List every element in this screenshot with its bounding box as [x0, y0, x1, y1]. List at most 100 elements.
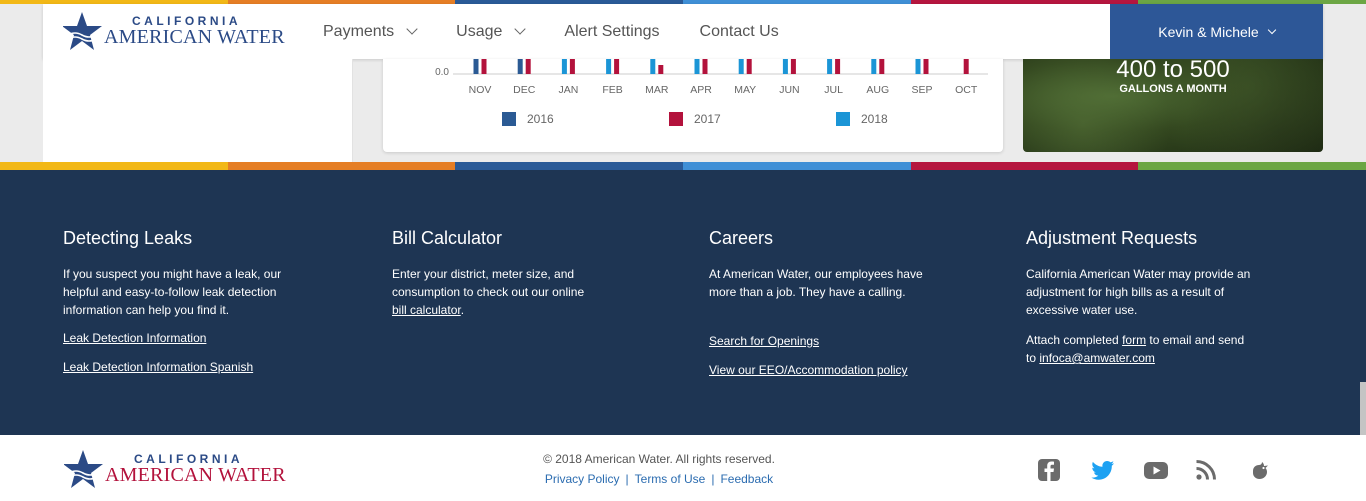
leaks-title: Detecting Leaks	[63, 228, 193, 248]
calculator-title: Bill Calculator	[392, 228, 503, 248]
calculator-period: .	[460, 303, 465, 317]
adjustment-attach: Attach completed form to email and send …	[1026, 331, 1251, 367]
x-tick-label: MAR	[645, 84, 669, 96]
stripe-green	[1138, 162, 1366, 170]
leak-detection-spanish-link[interactable]: Leak Detection Information Spanish	[63, 360, 323, 374]
bar-2018-may	[738, 59, 744, 74]
footer-color-stripe	[0, 162, 1366, 170]
legend-swatch-2018	[836, 112, 850, 126]
stripe-blue	[683, 162, 911, 170]
search-openings-link[interactable]: Search for Openings	[709, 334, 969, 348]
user-menu-button[interactable]: Kevin & Michele	[1110, 4, 1323, 59]
stripe-red	[910, 162, 1139, 170]
calculator-text: Enter your district, meter size, and con…	[392, 267, 585, 299]
legend-label-2018: 2018	[861, 112, 888, 126]
leak-detection-link[interactable]: Leak Detection Information	[63, 331, 323, 345]
careers-title: Careers	[709, 228, 774, 248]
nav-alert-settings[interactable]: Alert Settings	[564, 23, 659, 41]
eeo-policy-link[interactable]: View our EEO/Accommodation policy	[709, 363, 969, 377]
bar-2017-feb	[614, 59, 620, 74]
privacy-policy-link[interactable]: Privacy Policy	[545, 472, 620, 486]
copyright: © 2018 American Water. All rights reserv…	[543, 452, 775, 466]
chevron-down-icon	[514, 23, 527, 35]
nav-contact-us-label: Contact Us	[699, 22, 779, 40]
nextdoor-icon[interactable]	[1247, 457, 1273, 483]
usage-chart: 0.0 NOV DEC JAN FEB MAR APR MAY JUN JUL AUG SEP OCT 2…	[435, 59, 988, 126]
attach-before: Attach completed	[1026, 333, 1119, 347]
feedback-link[interactable]: Feedback	[720, 472, 773, 486]
form-link[interactable]: form	[1122, 333, 1146, 347]
leaks-text: If you suspect you might have a leak, ou…	[63, 267, 282, 317]
nav-contact-us[interactable]: Contact Us	[700, 23, 779, 41]
sidebar-panel	[43, 59, 353, 162]
nav-payments[interactable]: Payments	[323, 23, 418, 41]
star-icon	[64, 450, 103, 488]
bar-2017-aug	[879, 59, 885, 74]
adjustment-title: Adjustment Requests	[1026, 228, 1198, 248]
facebook-icon[interactable]	[1036, 457, 1062, 483]
user-name: Kevin & Michele	[1158, 23, 1259, 40]
legal-links: Privacy Policy | Terms of Use | Feedback	[459, 472, 859, 486]
stripe-orange	[227, 162, 456, 170]
bar-2018-jun	[782, 59, 788, 74]
bar-2017-sep	[923, 59, 929, 74]
site-footer: Detecting Leaks If you suspect you might…	[0, 170, 1366, 435]
chevron-down-icon	[1267, 25, 1276, 34]
nav-usage-label: Usage	[456, 22, 503, 40]
stripe-navy	[455, 162, 684, 170]
x-tick-label: JUN	[779, 84, 799, 96]
bar-2017-mar	[658, 65, 664, 74]
header-logo[interactable]: CALIFORNIA AMERICAN WATER	[63, 11, 285, 53]
x-tick-label: DEC	[513, 84, 536, 96]
calculator-text-block: Enter your district, meter size, and con…	[392, 265, 602, 319]
bar-2016-nov	[473, 59, 479, 74]
adjustment-text: California American Water may provide an…	[1026, 267, 1251, 317]
twitter-icon[interactable]	[1090, 457, 1116, 483]
x-tick-label: FEB	[602, 84, 622, 96]
bar-2017-dec	[525, 59, 531, 74]
bar-2016-dec	[517, 59, 523, 74]
rss-icon[interactable]	[1193, 457, 1219, 483]
legend-swatch-2016	[502, 112, 516, 126]
bar-2017-jul	[835, 59, 841, 74]
separator: |	[711, 472, 715, 486]
bar-2017-apr	[702, 59, 708, 74]
legend-swatch-2017	[669, 112, 683, 126]
footer-adjustment: Adjustment Requests California American …	[1026, 228, 1286, 367]
youtube-icon[interactable]	[1143, 457, 1169, 483]
bar-2018-mar	[650, 59, 656, 74]
x-tick-label: JUL	[824, 84, 843, 96]
bar-2018-sep	[915, 59, 921, 74]
x-tick-label: APR	[690, 84, 712, 96]
star-icon	[63, 12, 102, 50]
bar-2017-may	[746, 59, 752, 74]
bar-2017-oct	[963, 59, 969, 74]
site-header: CALIFORNIA AMERICAN WATER Payments Usage…	[43, 4, 1323, 59]
bar-2018-jan	[561, 59, 567, 74]
nav-usage[interactable]: Usage	[456, 22, 527, 41]
y-tick-label: 0.0	[435, 67, 449, 78]
footer-logo[interactable]: CALIFORNIA AMERICAN WATER	[64, 449, 286, 491]
bar-2017-jun	[790, 59, 796, 74]
brand-line2: AMERICAN WATER	[104, 26, 285, 48]
bar-2018-feb	[606, 59, 612, 74]
promo-unit: GALLONS A MONTH	[1119, 83, 1227, 95]
usage-chart-card: 0.0 NOV DEC JAN FEB MAR APR MAY JUN JUL AUG SEP OCT 2…	[383, 59, 1003, 152]
x-tick-label: NOV	[469, 84, 492, 96]
chevron-down-icon	[406, 23, 418, 35]
footer-bottom-bar: CALIFORNIA AMERICAN WATER © 2018 America…	[0, 435, 1366, 501]
nav-alert-settings-label: Alert Settings	[564, 22, 660, 40]
terms-of-use-link[interactable]: Terms of Use	[635, 472, 706, 486]
email-link[interactable]: infoca@amwater.com	[1039, 351, 1155, 365]
footer-careers: Careers At American Water, our employees…	[709, 228, 969, 377]
bar-2018-apr	[694, 59, 700, 74]
legend-label-2017: 2017	[694, 112, 721, 126]
x-tick-label: OCT	[955, 84, 978, 96]
page-scrollbar[interactable]	[1360, 382, 1366, 436]
bar-2018-jul	[827, 59, 833, 74]
bar-2018-aug	[871, 59, 877, 74]
footer-leaks: Detecting Leaks If you suspect you might…	[63, 228, 323, 374]
bill-calculator-link[interactable]: bill calculator	[392, 303, 461, 317]
promo-value: 400 to 500	[1116, 59, 1230, 83]
stripe-yellow	[0, 162, 228, 170]
